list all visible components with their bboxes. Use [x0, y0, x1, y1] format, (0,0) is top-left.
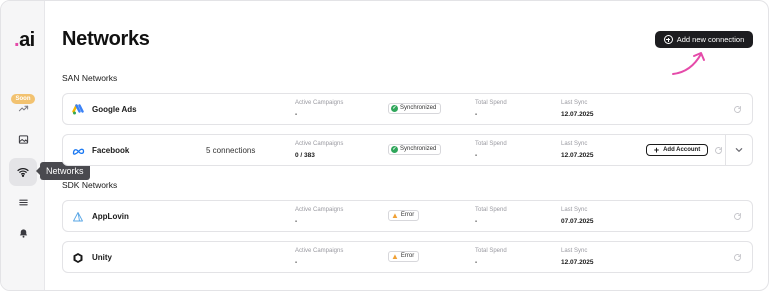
last-sync-value: 12.07.2025 [561, 259, 594, 266]
wifi-icon [17, 168, 29, 177]
active-campaigns-value: - [295, 259, 298, 266]
status-label: Synchronized [400, 146, 437, 152]
refresh-icon[interactable] [733, 253, 742, 262]
network-name: Facebook [92, 146, 130, 155]
total-spend-label: Total Spend [475, 100, 507, 106]
app-window: .ai Soon Networks Networks Add new conne… [0, 0, 769, 291]
plus-circle-icon [663, 35, 673, 44]
status-badge: ✓ Synchronized [388, 103, 442, 114]
network-card-applovin[interactable]: AppLovin Active Campaigns - ▲ Error Tota… [62, 200, 753, 232]
last-sync-value: 07.07.2025 [561, 218, 594, 225]
last-sync-label: Last Sync [561, 207, 588, 213]
trending-up-icon [18, 105, 28, 111]
unity-logo-icon [71, 251, 85, 265]
last-sync-label: Last Sync [561, 100, 588, 106]
sidebar-item-trends[interactable] [13, 98, 33, 118]
status-label: Error [400, 253, 415, 259]
active-campaigns-value: - [295, 218, 298, 225]
menu-icon [18, 199, 28, 205]
network-name: Unity [92, 253, 112, 262]
refresh-icon[interactable] [733, 105, 742, 114]
active-campaigns-value: 0 / 383 [295, 152, 315, 159]
total-spend-value: - [475, 259, 478, 266]
add-new-connection-button[interactable]: Add new connection [655, 31, 753, 48]
last-sync-value: 12.07.2025 [561, 111, 594, 118]
total-spend-value: - [475, 111, 478, 118]
logo-text: ai [19, 29, 35, 51]
connections-count: 5 connections [206, 146, 256, 155]
total-spend-label: Total Spend [475, 248, 507, 254]
status-badge: ▲ Error [388, 210, 420, 221]
sidebar-item-creatives[interactable] [13, 129, 33, 149]
check-circle-icon: ✓ [391, 105, 398, 112]
sdk-networks-title: SDK Networks [62, 180, 118, 190]
total-spend-label: Total Spend [475, 207, 507, 213]
sidebar-item-notifications[interactable] [13, 223, 33, 243]
google-ads-logo-icon [71, 103, 85, 117]
add-account-label: Add Account [663, 147, 701, 153]
warning-icon: ▲ [391, 210, 399, 220]
network-card-unity[interactable]: Unity Active Campaigns - ▲ Error Total S… [62, 241, 753, 273]
add-new-connection-label: Add new connection [676, 35, 745, 44]
chevron-down-icon[interactable] [735, 147, 743, 153]
last-sync-value: 12.07.2025 [561, 152, 594, 159]
network-name: Google Ads [92, 105, 137, 114]
active-campaigns-label: Active Campaigns [295, 248, 344, 254]
bell-icon [19, 228, 27, 238]
status-badge: ▲ Error [388, 251, 420, 262]
active-campaigns-label: Active Campaigns [295, 141, 344, 147]
refresh-icon[interactable] [714, 146, 723, 155]
network-card-google-ads[interactable]: Google Ads Active Campaigns - ✓ Synchron… [62, 93, 753, 125]
pointer-arrow-icon [672, 52, 705, 75]
add-account-button[interactable]: + Add Account [646, 144, 708, 156]
total-spend-label: Total Spend [475, 141, 507, 147]
status-badge: ✓ Synchronized [388, 144, 442, 155]
sidebar: .ai Soon Networks [1, 1, 90, 290]
status-label: Error [400, 212, 415, 218]
meta-logo-icon [71, 144, 85, 158]
total-spend-value: - [475, 218, 478, 225]
divider [725, 135, 726, 165]
plus-icon: + [653, 144, 660, 155]
warning-icon: ▲ [391, 251, 399, 261]
applovin-logo-icon [71, 210, 85, 224]
last-sync-label: Last Sync [561, 141, 588, 147]
active-campaigns-label: Active Campaigns [295, 207, 344, 213]
image-icon [18, 134, 28, 144]
network-card-facebook[interactable]: Facebook 5 connections Active Campaigns … [62, 134, 753, 166]
check-circle-icon: ✓ [391, 146, 398, 153]
last-sync-label: Last Sync [561, 248, 588, 254]
page-title: Networks [62, 28, 150, 50]
status-label: Synchronized [400, 105, 437, 111]
active-campaigns-label: Active Campaigns [295, 100, 344, 106]
sidebar-item-menu[interactable] [13, 192, 33, 212]
logo[interactable]: .ai [14, 29, 35, 52]
refresh-icon[interactable] [733, 212, 742, 221]
sidebar-item-networks[interactable] [9, 158, 37, 186]
active-campaigns-value: - [295, 111, 298, 118]
total-spend-value: - [475, 152, 478, 159]
network-name: AppLovin [92, 212, 129, 221]
san-networks-title: SAN Networks [62, 73, 118, 83]
